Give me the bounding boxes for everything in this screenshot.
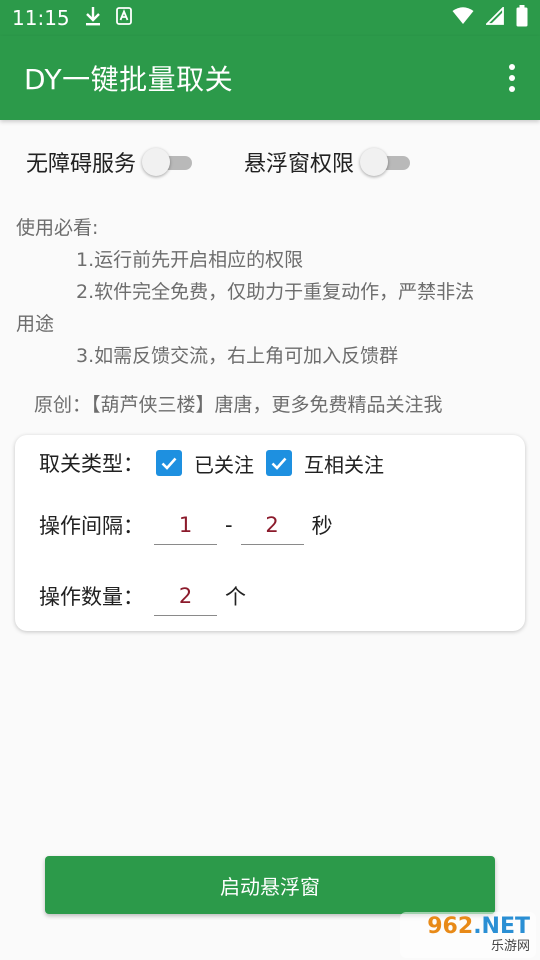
accessibility-permission: 无障碍服务	[26, 140, 196, 184]
watermark-top: 962.NET	[427, 915, 530, 939]
followed-label: 已关注	[194, 452, 254, 477]
status-left: 11:15	[12, 6, 132, 31]
mutual-label: 互相关注	[304, 452, 384, 477]
status-time: 11:15	[12, 6, 70, 30]
count-input[interactable]: 2	[154, 576, 217, 616]
accessibility-label: 无障碍服务	[26, 152, 137, 177]
check-icon	[161, 457, 177, 470]
overlay-switch[interactable]	[360, 147, 414, 177]
interval-row: 操作间隔： 1 - 2 秒	[39, 505, 333, 545]
download-icon	[84, 6, 102, 31]
watermark-domain: .NET	[473, 914, 530, 939]
watermark-logo: 962.NET 乐游网	[400, 912, 536, 958]
instruction-item-3: 3.如需反馈交流，右上角可加入反馈群	[76, 345, 399, 367]
signal-icon	[484, 5, 504, 30]
interval-label: 操作间隔：	[39, 514, 144, 538]
overflow-menu-icon[interactable]	[504, 64, 520, 92]
instructions: 使用必看: 1.运行前先开启相应的权限 2.软件完全免费，仅助力于重复动作，严禁…	[16, 212, 526, 372]
interval-separator: -	[225, 513, 233, 537]
interval-min-input[interactable]: 1	[154, 505, 217, 545]
overlay-label: 悬浮窗权限	[244, 152, 355, 177]
a-notification-icon	[115, 6, 132, 30]
followed-checkbox[interactable]	[156, 450, 182, 476]
instruction-item-2a: 2.软件完全免费，仅助力于重复动作，严禁非法	[76, 281, 475, 303]
instructions-heading: 使用必看:	[16, 217, 99, 239]
wifi-icon	[452, 6, 474, 30]
check-icon	[271, 457, 287, 470]
status-right	[452, 4, 528, 32]
unfollow-type-row: 取关类型： 已关注 互相关注	[39, 447, 384, 479]
accessibility-switch[interactable]	[142, 147, 196, 177]
permission-row: 无障碍服务 悬浮窗权限	[0, 140, 540, 184]
start-floating-window-button[interactable]: 启动悬浮窗	[45, 856, 495, 914]
interval-max-input[interactable]: 2	[240, 505, 304, 545]
count-unit: 个	[225, 585, 246, 609]
instruction-item-2b: 用途	[16, 313, 55, 335]
app-bar: DY一键批量取关	[0, 36, 540, 120]
status-bar: 11:15	[0, 0, 540, 36]
settings-card: 取关类型： 已关注 互相关注 操作间隔： 1 - 2 秒 操作数量： 2 个	[15, 435, 525, 631]
app-title: DY一键批量取关	[24, 63, 234, 96]
unfollow-type-label: 取关类型：	[39, 452, 144, 476]
count-label: 操作数量：	[39, 585, 144, 609]
battery-icon	[516, 4, 528, 32]
mutual-checkbox[interactable]	[266, 450, 292, 476]
overlay-permission: 悬浮窗权限	[244, 140, 414, 184]
instruction-item-1: 1.运行前先开启相应的权限	[76, 249, 304, 271]
watermark-bottom: 乐游网	[490, 939, 530, 954]
count-row: 操作数量： 2 个	[39, 576, 246, 616]
credit-text: 原创：【葫芦侠三楼】唐唐，更多免费精品关注我	[34, 394, 443, 416]
watermark-number: 962	[427, 914, 474, 939]
interval-unit: 秒	[311, 514, 333, 538]
